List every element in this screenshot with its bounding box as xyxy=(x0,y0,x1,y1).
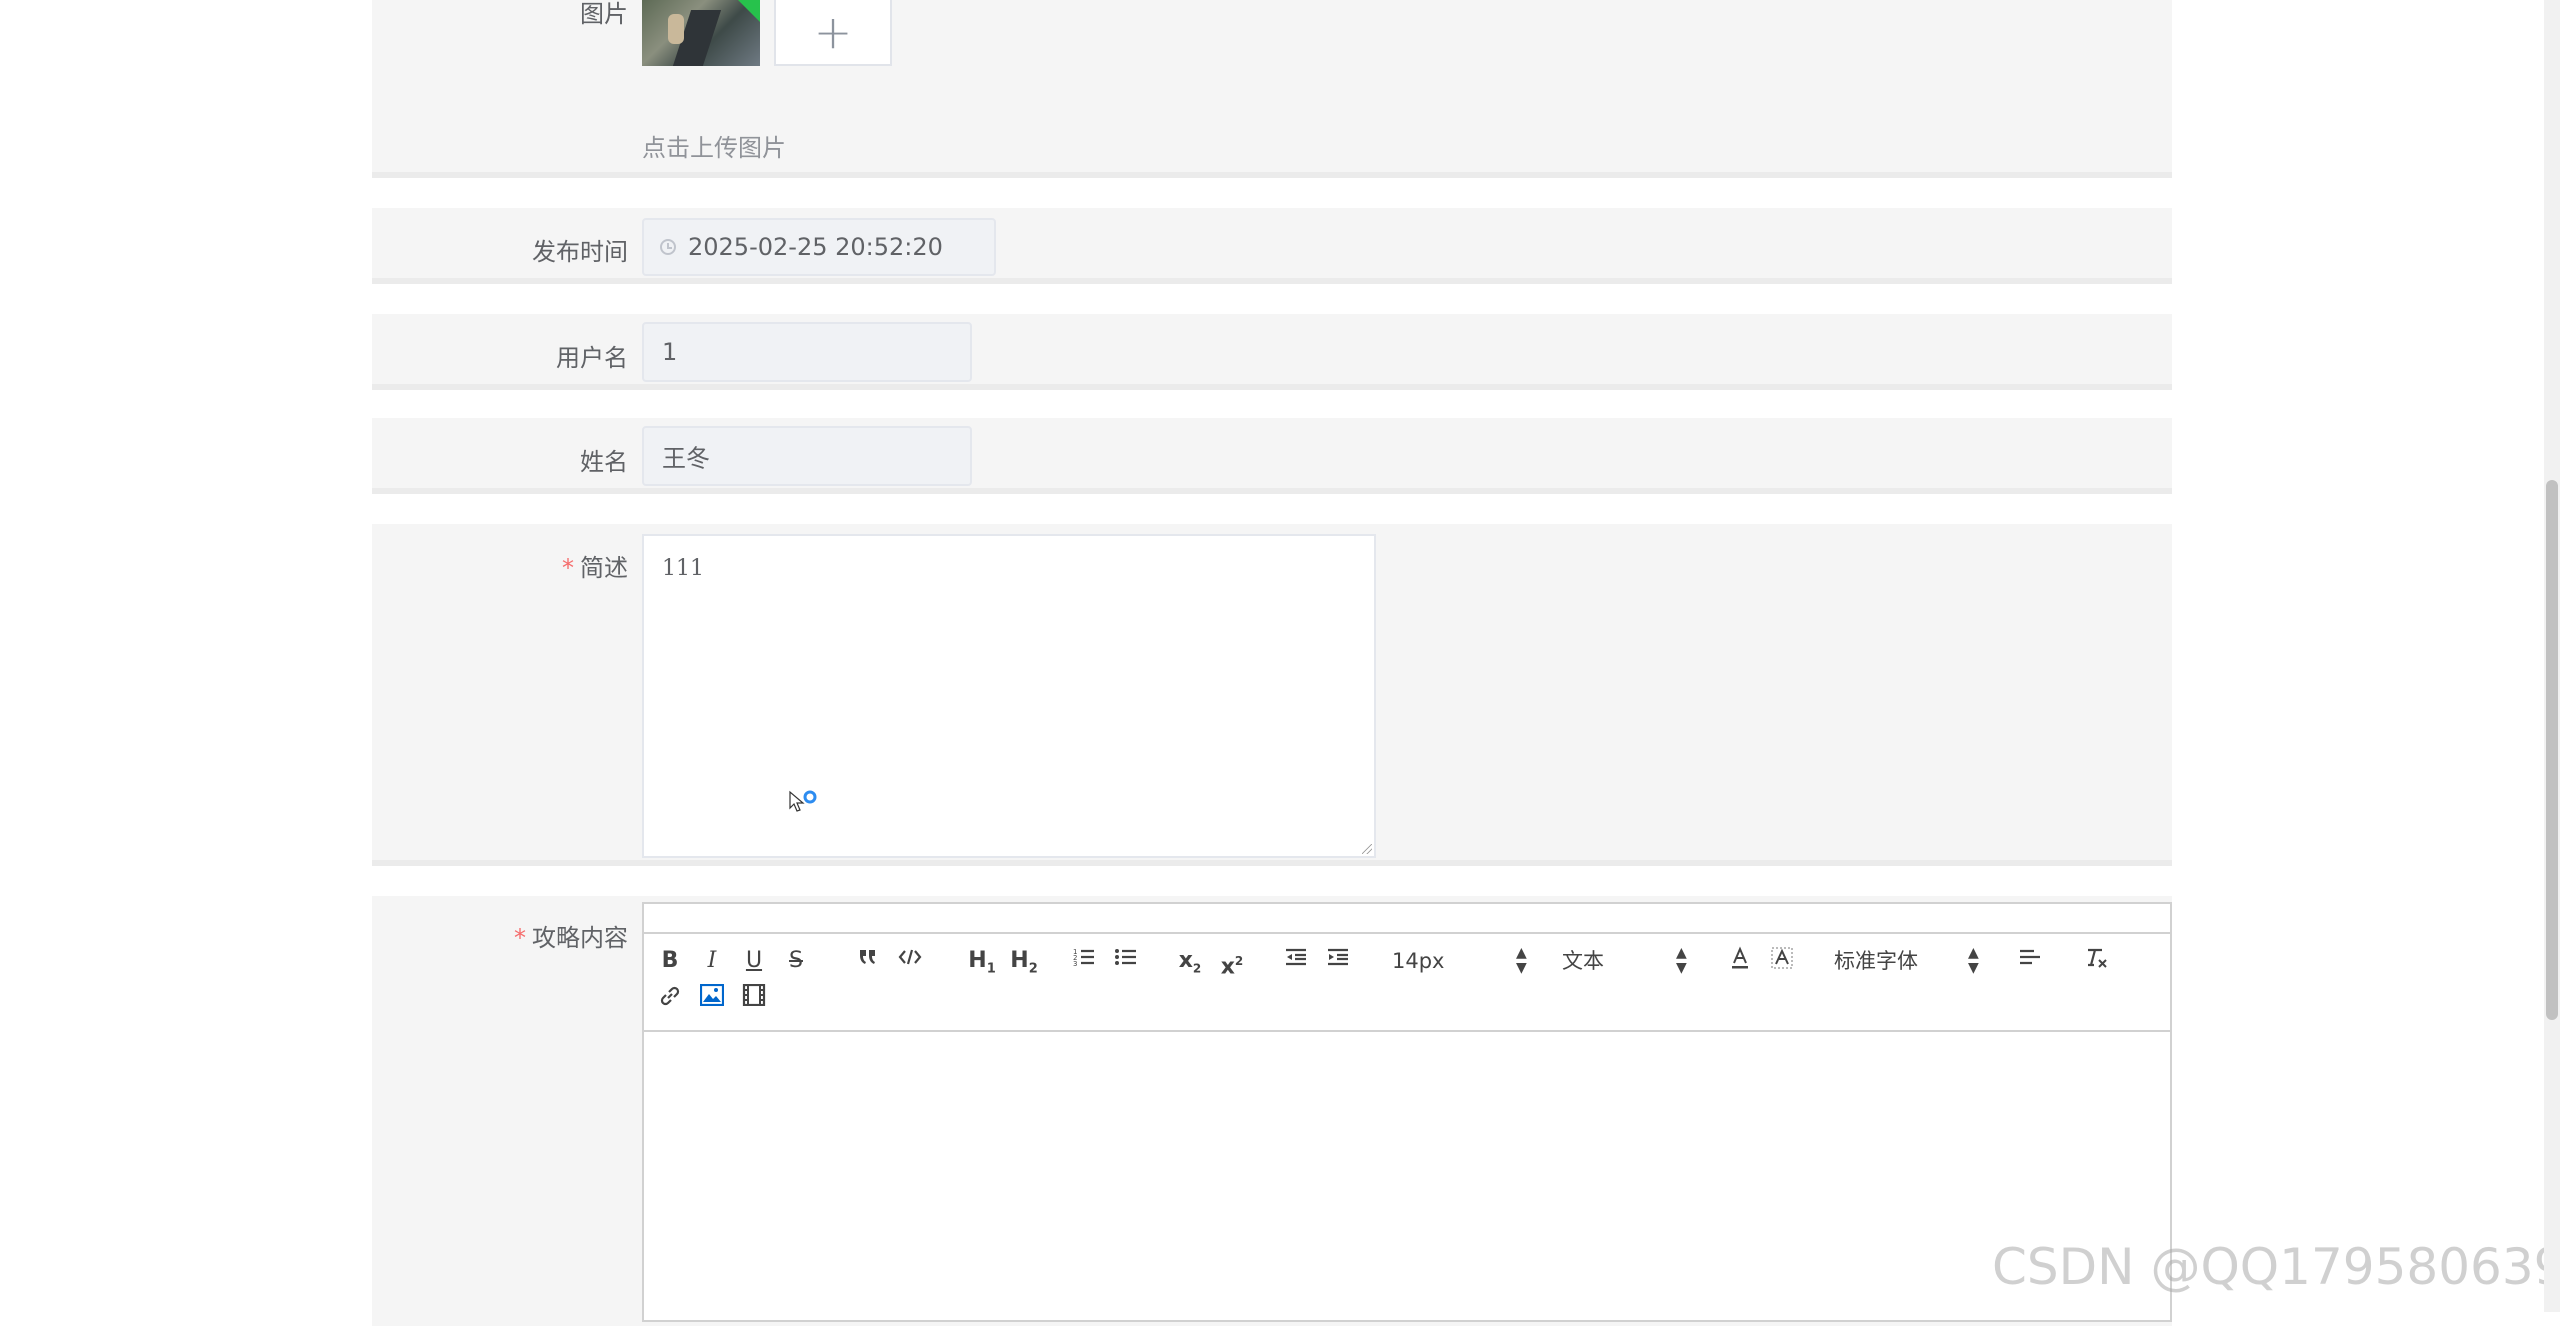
summary-textarea[interactable]: 111 xyxy=(642,534,1376,858)
name-field[interactable]: 王冬 xyxy=(642,426,972,486)
required-mark: * xyxy=(514,924,526,952)
publish-time-label: 发布时间 xyxy=(532,238,628,266)
video-icon xyxy=(742,983,766,1007)
indent-button[interactable] xyxy=(1322,946,1354,976)
upload-plus-button[interactable]: + xyxy=(774,0,892,66)
code-block-button[interactable] xyxy=(894,946,926,976)
italic-button[interactable]: I xyxy=(696,946,728,976)
underline-button[interactable]: U xyxy=(738,946,770,976)
superscript-button[interactable]: x2 xyxy=(1216,946,1248,979)
ordered-list-icon: 123 xyxy=(1073,948,1094,968)
blockquote-button[interactable] xyxy=(852,946,884,976)
insert-video-button[interactable] xyxy=(738,983,770,1014)
image-icon xyxy=(699,983,725,1007)
header-type-value: 文本 xyxy=(1562,949,1604,973)
content-label: * 攻略内容 xyxy=(368,918,628,953)
resize-handle[interactable] xyxy=(1362,844,1372,854)
text-color-button[interactable] xyxy=(1724,946,1756,976)
name-label: 姓名 xyxy=(580,448,628,476)
align-left-icon xyxy=(2020,949,2040,965)
username-label: 用户名 xyxy=(556,344,628,372)
header-type-picker[interactable]: 文本 ▲ ▼ xyxy=(1562,946,1702,976)
sort-arrows-icon: ▲ ▼ xyxy=(1516,945,1527,976)
username-value: 1 xyxy=(662,338,678,366)
rich-text-editor: B I U S H1 H2 123 x2 x2 14px ▲ ▼ 文本 ▲ ▼ … xyxy=(642,902,2172,1322)
ordered-list-button[interactable]: 123 xyxy=(1068,946,1100,976)
form-row-summary: * 简述 111 xyxy=(372,524,2172,866)
plus-icon: + xyxy=(813,5,853,59)
form-row-image: 图片 + 点击上传图片 xyxy=(372,0,2172,178)
watermark: CSDN @QQ1795806396 xyxy=(1992,1238,2560,1296)
upload-hint: 点击上传图片 xyxy=(642,134,786,162)
publish-time-picker[interactable]: 2025-02-25 20:52:20 xyxy=(642,218,996,276)
subscript-button[interactable]: x2 xyxy=(1174,946,1206,976)
image-label: 图片 xyxy=(580,0,628,28)
form-row-publish-time: 发布时间 2025-02-25 20:52:20 xyxy=(372,208,2172,284)
font-size-picker[interactable]: 14px ▲ ▼ xyxy=(1392,946,1532,976)
link-button[interactable] xyxy=(654,984,686,1014)
strike-button[interactable]: S xyxy=(780,946,812,976)
editor-content-area[interactable] xyxy=(644,1032,2170,1320)
uploaded-image-thumbnail[interactable] xyxy=(642,0,760,66)
text-color-icon xyxy=(1732,946,1748,969)
name-value: 王冬 xyxy=(662,444,710,473)
svg-text:3: 3 xyxy=(1073,960,1077,968)
h2-button[interactable]: H2 xyxy=(1004,946,1044,976)
font-family-picker[interactable]: 标准字体 ▲ ▼ xyxy=(1834,946,1994,976)
busy-cursor-icon xyxy=(789,790,817,812)
editor-toolbar: B I U S H1 H2 123 x2 x2 14px ▲ ▼ 文本 ▲ ▼ … xyxy=(644,934,2170,1032)
scrollbar-thumb[interactable] xyxy=(2546,480,2558,1020)
insert-image-button[interactable] xyxy=(696,983,728,1014)
outdent-icon xyxy=(1286,948,1306,966)
summary-value: 111 xyxy=(662,556,704,581)
bold-button[interactable]: B xyxy=(654,946,686,976)
background-color-icon xyxy=(1771,947,1793,969)
code-icon xyxy=(898,949,922,965)
indent-icon xyxy=(1328,948,1348,966)
clear-format-icon xyxy=(2088,948,2107,968)
bullet-list-button[interactable] xyxy=(1110,946,1142,976)
background-color-button[interactable] xyxy=(1766,946,1798,976)
clock-icon xyxy=(660,239,676,255)
content-label-text: 攻略内容 xyxy=(532,924,628,952)
publish-time-value: 2025-02-25 20:52:20 xyxy=(688,233,943,261)
username-field[interactable]: 1 xyxy=(642,322,972,382)
summary-label: * 简述 xyxy=(368,548,628,583)
sort-arrows-icon: ▲ ▼ xyxy=(1676,945,1687,976)
form-row-name: 姓名 王冬 xyxy=(372,418,2172,494)
bullet-list-icon xyxy=(1115,949,1136,965)
h1-button[interactable]: H1 xyxy=(962,946,1002,976)
clear-format-button[interactable] xyxy=(2080,946,2112,976)
required-mark: * xyxy=(562,554,574,582)
font-family-value: 标准字体 xyxy=(1834,949,1918,973)
quote-icon xyxy=(860,950,875,964)
form-row-content: * 攻略内容 B I U S H1 H2 123 x2 x2 14px ▲ ▼ … xyxy=(372,896,2172,1326)
outdent-button[interactable] xyxy=(1280,946,1312,976)
scrollbar[interactable] xyxy=(2544,0,2560,1312)
summary-label-text: 简述 xyxy=(580,554,628,582)
align-button[interactable] xyxy=(2014,946,2046,976)
sort-arrows-icon: ▲ ▼ xyxy=(1968,945,1979,976)
form-row-username: 用户名 1 xyxy=(372,314,2172,390)
link-icon xyxy=(660,986,680,1006)
font-size-value: 14px xyxy=(1392,949,1445,973)
